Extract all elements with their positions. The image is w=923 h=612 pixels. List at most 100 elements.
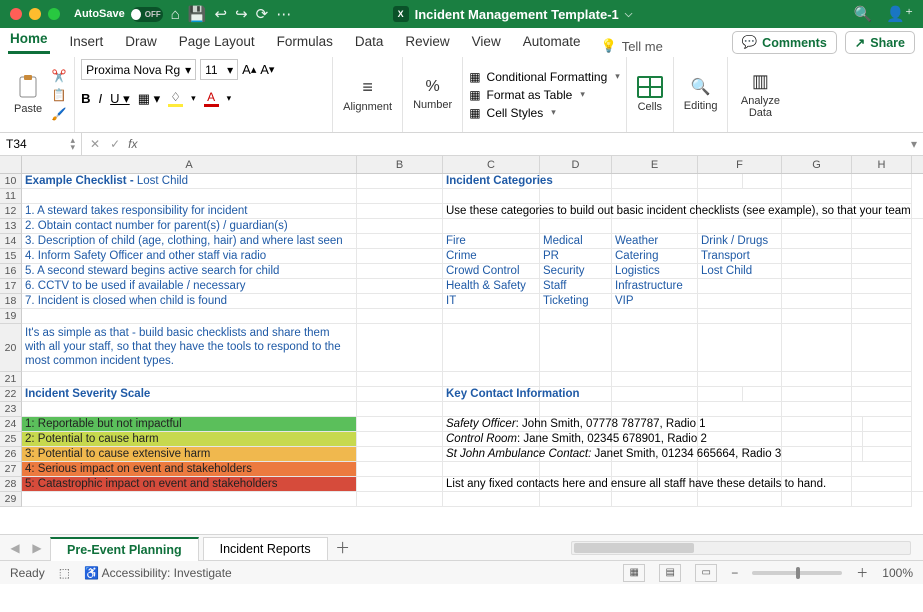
home-icon[interactable]: ⌂	[171, 6, 180, 23]
cell[interactable]	[852, 309, 912, 324]
cell[interactable]: Weather	[612, 234, 698, 249]
analyze-data[interactable]: ▥Analyze Data	[734, 69, 786, 121]
select-all-corner[interactable]	[0, 156, 22, 174]
cell[interactable]	[22, 189, 357, 204]
row-12[interactable]: 12	[0, 204, 22, 219]
col-F[interactable]: F	[698, 156, 782, 173]
col-B[interactable]: B	[357, 156, 443, 173]
cell[interactable]	[357, 477, 443, 492]
col-G[interactable]: G	[782, 156, 852, 173]
cell[interactable]	[852, 234, 912, 249]
col-C[interactable]: C	[443, 156, 540, 173]
row-23[interactable]: 23	[0, 402, 22, 417]
enter-formula-icon[interactable]: ✓	[110, 137, 120, 151]
cell[interactable]: Catering	[612, 249, 698, 264]
cell[interactable]	[357, 432, 443, 447]
cell[interactable]	[782, 174, 852, 189]
cell[interactable]	[698, 309, 782, 324]
cell[interactable]	[357, 324, 443, 372]
number-group[interactable]: %Number	[409, 76, 456, 113]
row-20[interactable]: 20	[0, 324, 22, 372]
cell[interactable]	[357, 249, 443, 264]
cell[interactable]: 5. A second steward begins active search…	[22, 264, 357, 279]
cell[interactable]	[357, 174, 443, 189]
cell[interactable]: 6. CCTV to be used if available / necess…	[22, 279, 357, 294]
copy-icon[interactable]: 📋	[50, 87, 68, 103]
cell[interactable]	[540, 219, 612, 234]
cell[interactable]	[612, 402, 698, 417]
row-29[interactable]: 29	[0, 492, 22, 507]
cell[interactable]: Key Contact Information	[443, 387, 743, 402]
cell[interactable]	[782, 249, 852, 264]
cell[interactable]	[357, 402, 443, 417]
row-19[interactable]: 19	[0, 309, 22, 324]
share-button[interactable]: ↗Share	[845, 31, 915, 54]
cell[interactable]	[612, 219, 698, 234]
formula-input[interactable]	[143, 133, 905, 155]
cell[interactable]	[357, 219, 443, 234]
conditional-formatting[interactable]: ▦Conditional Formatting▾	[469, 69, 620, 85]
cell[interactable]	[852, 174, 912, 189]
cell[interactable]	[357, 447, 443, 462]
cell[interactable]	[698, 462, 782, 477]
cells-group[interactable]: Cells	[633, 74, 667, 115]
cell[interactable]	[612, 372, 698, 387]
cell[interactable]	[698, 372, 782, 387]
decrease-font-icon[interactable]: A▾	[260, 62, 274, 77]
cell[interactable]	[698, 324, 782, 372]
cell[interactable]: Crime	[443, 249, 540, 264]
cut-icon[interactable]: ✂️	[50, 68, 68, 84]
cell[interactable]: 7. Incident is closed when child is foun…	[22, 294, 357, 309]
zoom-out[interactable]: −	[731, 566, 738, 580]
font-name-combo[interactable]: Proxima Nova Rg▾	[81, 59, 196, 80]
cell[interactable]	[782, 324, 852, 372]
sheet-nav-next[interactable]: ▶	[28, 539, 46, 557]
cell[interactable]: List any fixed contacts here and ensure …	[443, 477, 923, 492]
cell[interactable]	[782, 264, 852, 279]
cell[interactable]: Health & Safety	[443, 279, 540, 294]
cell[interactable]: 3. Description of child (age, clothing, …	[22, 234, 357, 249]
row-25[interactable]: 25	[0, 432, 22, 447]
row-27[interactable]: 27	[0, 462, 22, 477]
cell[interactable]	[852, 324, 912, 372]
cell[interactable]	[540, 372, 612, 387]
page-layout-view[interactable]: ▤	[659, 564, 681, 582]
cell[interactable]	[612, 189, 698, 204]
col-H[interactable]: H	[852, 156, 912, 173]
spreadsheet-grid[interactable]: ABCDEFGH 1011121314151617181920212223242…	[0, 156, 923, 534]
page-break-view[interactable]: ▭	[695, 564, 717, 582]
fx-icon[interactable]: fx	[128, 137, 143, 151]
cell[interactable]	[852, 402, 912, 417]
underline-button[interactable]: U ▾	[110, 91, 130, 107]
tab-draw[interactable]: Draw	[123, 29, 159, 54]
cell[interactable]	[852, 249, 912, 264]
cell[interactable]	[540, 309, 612, 324]
cell[interactable]: IT	[443, 294, 540, 309]
more-icon[interactable]: ⋯	[276, 5, 291, 23]
cell[interactable]: Incident Categories	[443, 174, 743, 189]
cell[interactable]	[540, 402, 612, 417]
cell[interactable]: Incident Severity Scale	[22, 387, 357, 402]
cell[interactable]	[852, 279, 912, 294]
refresh-icon[interactable]: ⟳	[256, 5, 269, 23]
tab-data[interactable]: Data	[353, 29, 386, 54]
row-17[interactable]: 17	[0, 279, 22, 294]
cell[interactable]	[698, 279, 782, 294]
cell[interactable]	[443, 492, 540, 507]
cell[interactable]	[612, 324, 698, 372]
editing-group[interactable]: 🔍Editing	[680, 75, 722, 114]
expand-formula-icon[interactable]: ▾	[905, 137, 923, 151]
cell[interactable]	[540, 324, 612, 372]
cell[interactable]	[612, 462, 698, 477]
fill-color-button[interactable]: ♢	[168, 90, 183, 107]
row-13[interactable]: 13	[0, 219, 22, 234]
cell[interactable]: Security	[540, 264, 612, 279]
cell[interactable]	[852, 492, 912, 507]
cancel-formula-icon[interactable]: ✕	[90, 137, 100, 151]
tab-pagelayout[interactable]: Page Layout	[177, 29, 257, 54]
row-11[interactable]: 11	[0, 189, 22, 204]
cell[interactable]	[782, 492, 852, 507]
tab-formulas[interactable]: Formulas	[275, 29, 335, 54]
cell[interactable]: Drink / Drugs	[698, 234, 782, 249]
zoom-level[interactable]: 100%	[882, 566, 913, 580]
